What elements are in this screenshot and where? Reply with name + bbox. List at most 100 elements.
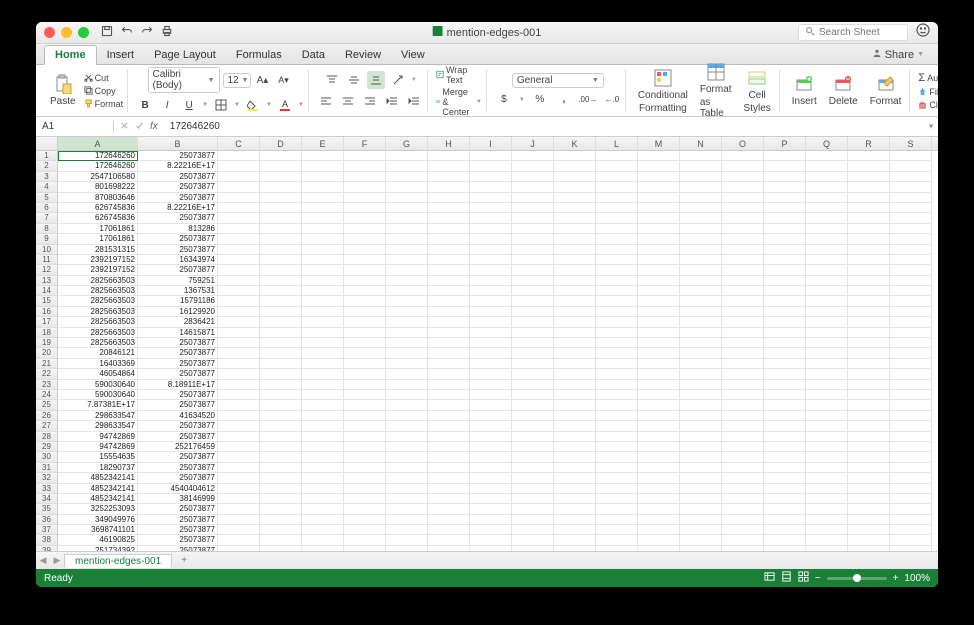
cell-K27[interactable] <box>554 421 596 431</box>
cell-J21[interactable] <box>512 359 554 369</box>
cell-I6[interactable] <box>470 203 512 213</box>
row-header-8[interactable]: 8 <box>36 224 58 234</box>
column-header-Q[interactable]: Q <box>806 137 848 150</box>
cell-R26[interactable] <box>848 411 890 421</box>
cell-P13[interactable] <box>764 276 806 286</box>
cell-E26[interactable] <box>302 411 344 421</box>
font-selector[interactable]: Calibri (Body)▼ <box>148 67 220 93</box>
cell-O18[interactable] <box>722 328 764 338</box>
cell-N17[interactable] <box>680 317 722 327</box>
cell-D26[interactable] <box>260 411 302 421</box>
cell-I26[interactable] <box>470 411 512 421</box>
cell-N11[interactable] <box>680 255 722 265</box>
cell-E9[interactable] <box>302 234 344 244</box>
column-header-A[interactable]: A <box>58 137 138 150</box>
cell-C9[interactable] <box>218 234 260 244</box>
cell-B12[interactable]: 25073877 <box>138 265 218 275</box>
cell-M35[interactable] <box>638 504 680 514</box>
chevron-down-icon[interactable]: ▼ <box>202 102 208 108</box>
cell-D18[interactable] <box>260 328 302 338</box>
cell-B21[interactable]: 25073877 <box>138 359 218 369</box>
cell-G2[interactable] <box>386 161 428 171</box>
cell-A21[interactable]: 16403369 <box>58 359 138 369</box>
cell-L1[interactable] <box>596 151 638 161</box>
cell-S24[interactable] <box>890 390 932 400</box>
cell-R13[interactable] <box>848 276 890 286</box>
cell-R32[interactable] <box>848 473 890 483</box>
cell-C8[interactable] <box>218 224 260 234</box>
cell-P14[interactable] <box>764 286 806 296</box>
cell-L33[interactable] <box>596 484 638 494</box>
cell-A19[interactable]: 2825663503 <box>58 338 138 348</box>
cell-F6[interactable] <box>344 203 386 213</box>
cell-I29[interactable] <box>470 442 512 452</box>
cell-D21[interactable] <box>260 359 302 369</box>
cell-D4[interactable] <box>260 182 302 192</box>
cell-S8[interactable] <box>890 224 932 234</box>
cell-O22[interactable] <box>722 369 764 379</box>
cell-D12[interactable] <box>260 265 302 275</box>
cell-I37[interactable] <box>470 525 512 535</box>
cell-B38[interactable]: 25073877 <box>138 535 218 545</box>
row-header-29[interactable]: 29 <box>36 442 58 452</box>
cell-S5[interactable] <box>890 193 932 203</box>
row-header-12[interactable]: 12 <box>36 265 58 275</box>
column-header-J[interactable]: J <box>512 137 554 150</box>
cell-R1[interactable] <box>848 151 890 161</box>
close-button[interactable] <box>44 27 55 38</box>
cell-K24[interactable] <box>554 390 596 400</box>
format-cells-button[interactable]: Format <box>866 72 906 109</box>
cell-L34[interactable] <box>596 494 638 504</box>
cell-H32[interactable] <box>428 473 470 483</box>
cell-E3[interactable] <box>302 172 344 182</box>
cell-B36[interactable]: 25073877 <box>138 515 218 525</box>
cell-Q37[interactable] <box>806 525 848 535</box>
cell-J9[interactable] <box>512 234 554 244</box>
cell-D10[interactable] <box>260 245 302 255</box>
cell-J26[interactable] <box>512 411 554 421</box>
cell-D3[interactable] <box>260 172 302 182</box>
row-header-5[interactable]: 5 <box>36 193 58 203</box>
cell-O25[interactable] <box>722 400 764 410</box>
cell-P8[interactable] <box>764 224 806 234</box>
cell-E38[interactable] <box>302 535 344 545</box>
cell-Q24[interactable] <box>806 390 848 400</box>
cell-D28[interactable] <box>260 432 302 442</box>
cell-A18[interactable]: 2825663503 <box>58 328 138 338</box>
cell-J1[interactable] <box>512 151 554 161</box>
cell-S36[interactable] <box>890 515 932 525</box>
cell-A13[interactable]: 2825663503 <box>58 276 138 286</box>
cell-J33[interactable] <box>512 484 554 494</box>
cell-N37[interactable] <box>680 525 722 535</box>
cell-G31[interactable] <box>386 463 428 473</box>
cell-J12[interactable] <box>512 265 554 275</box>
cell-M28[interactable] <box>638 432 680 442</box>
cell-A10[interactable]: 281531315 <box>58 245 138 255</box>
cell-O13[interactable] <box>722 276 764 286</box>
decrease-decimal-button[interactable]: ←.0 <box>603 91 621 109</box>
cell-C27[interactable] <box>218 421 260 431</box>
cell-I11[interactable] <box>470 255 512 265</box>
cell-A30[interactable]: 15554635 <box>58 452 138 462</box>
cell-R14[interactable] <box>848 286 890 296</box>
cell-R24[interactable] <box>848 390 890 400</box>
column-header-L[interactable]: L <box>596 137 638 150</box>
cell-L25[interactable] <box>596 400 638 410</box>
cell-B35[interactable]: 25073877 <box>138 504 218 514</box>
underline-button[interactable]: U <box>180 96 198 114</box>
row-header-24[interactable]: 24 <box>36 390 58 400</box>
cell-K17[interactable] <box>554 317 596 327</box>
cell-F26[interactable] <box>344 411 386 421</box>
cell-E31[interactable] <box>302 463 344 473</box>
sheet-nav-prev[interactable]: ▶ <box>50 555 64 566</box>
undo-icon[interactable] <box>121 25 133 40</box>
cell-H16[interactable] <box>428 307 470 317</box>
cell-I19[interactable] <box>470 338 512 348</box>
cell-C13[interactable] <box>218 276 260 286</box>
cell-E22[interactable] <box>302 369 344 379</box>
cell-D19[interactable] <box>260 338 302 348</box>
cell-L4[interactable] <box>596 182 638 192</box>
cell-E28[interactable] <box>302 432 344 442</box>
row-header-22[interactable]: 22 <box>36 369 58 379</box>
cell-K15[interactable] <box>554 296 596 306</box>
